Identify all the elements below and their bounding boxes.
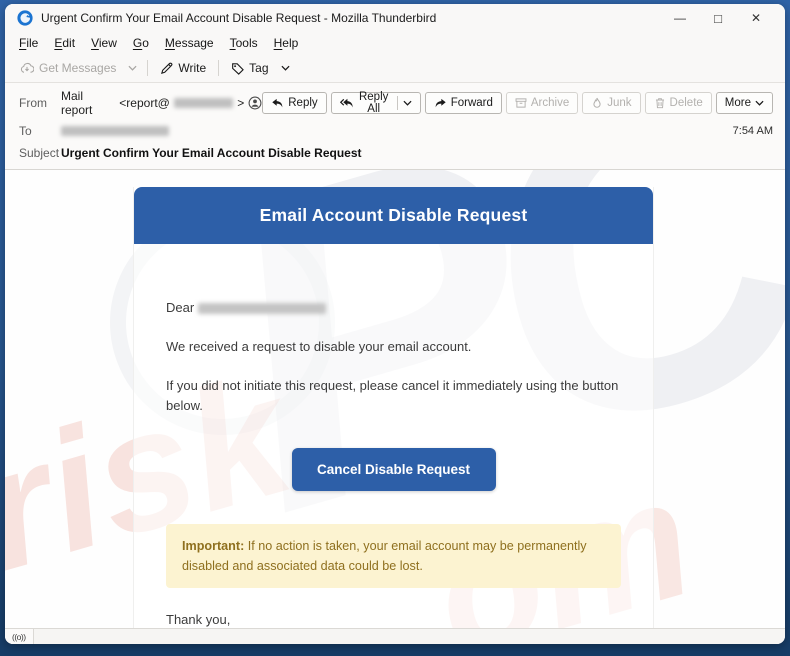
from-value: Mail report <report@ >	[61, 89, 262, 117]
email-banner: Email Account Disable Request	[134, 187, 653, 244]
window-title: Urgent Confirm Your Email Account Disabl…	[41, 11, 437, 25]
email-content: Email Account Disable Request Dear We re…	[133, 187, 654, 628]
archive-icon	[515, 97, 527, 109]
forward-button[interactable]: Forward	[424, 92, 502, 114]
network-status-icon[interactable]: ((o))	[5, 629, 34, 644]
cloud-download-icon	[20, 62, 34, 74]
cancel-disable-request-button[interactable]: Cancel Disable Request	[291, 447, 496, 491]
greeting-line: Dear	[166, 298, 621, 318]
message-body-pane: PC risk om Email Account Disable Request…	[5, 170, 785, 628]
subject-value: Urgent Confirm Your Email Account Disabl…	[61, 146, 362, 160]
important-notice-label: Important:	[182, 538, 245, 553]
contact-avatar-icon[interactable]	[248, 96, 262, 110]
minimize-button[interactable]: —	[661, 5, 699, 31]
junk-flame-icon	[591, 97, 603, 109]
get-messages-button[interactable]: Get Messages	[13, 58, 123, 78]
message-actions: Reply Reply All Forward Archive Junk Del…	[262, 91, 773, 115]
tag-icon	[231, 62, 245, 75]
message-header: From Mail report <report@ > Reply Reply …	[5, 83, 785, 170]
important-notice: Important: If no action is taken, your e…	[166, 523, 621, 588]
tag-button[interactable]: Tag	[224, 58, 275, 78]
email-banner-title: Email Account Disable Request	[259, 205, 528, 225]
desktop-background: Urgent Confirm Your Email Account Disabl…	[0, 0, 790, 656]
thunderbird-window: Urgent Confirm Your Email Account Disabl…	[5, 4, 785, 644]
reply-all-button[interactable]: Reply All	[330, 91, 421, 115]
trash-icon	[654, 97, 666, 109]
menu-message[interactable]: Message	[157, 34, 222, 52]
menu-bar: File Edit View Go Message Tools Help	[5, 32, 785, 54]
redacted-recipient	[61, 126, 169, 136]
delete-button[interactable]: Delete	[644, 92, 712, 114]
archive-button[interactable]: Archive	[505, 92, 579, 114]
get-messages-dropdown[interactable]	[123, 62, 142, 74]
reply-all-icon	[339, 98, 354, 109]
redacted-from-address	[173, 98, 234, 108]
mail-toolbar: Get Messages Write Tag	[5, 54, 785, 83]
pencil-icon	[160, 62, 173, 75]
menu-view[interactable]: View	[83, 34, 125, 52]
close-button[interactable]: ✕	[737, 5, 775, 31]
more-button[interactable]: More	[715, 92, 773, 114]
thunderbird-logo-icon	[17, 10, 33, 26]
window-controls: — □ ✕	[661, 5, 775, 31]
menu-help[interactable]: Help	[266, 34, 307, 52]
write-button[interactable]: Write	[153, 58, 213, 78]
body-paragraph-1: We received a request to disable your em…	[166, 339, 472, 355]
message-time: 7:54 AM	[732, 125, 773, 137]
body-paragraph-2: If you did not initiate this request, pl…	[166, 378, 619, 414]
status-bar: ((o))	[5, 628, 785, 644]
toolbar-separator	[218, 60, 220, 76]
toolbar-separator	[147, 60, 149, 76]
tag-dropdown[interactable]	[276, 62, 295, 74]
from-label: From	[19, 96, 47, 110]
menu-file[interactable]: File	[11, 34, 46, 52]
maximize-button[interactable]: □	[699, 5, 737, 31]
title-bar: Urgent Confirm Your Email Account Disabl…	[5, 4, 785, 32]
junk-button[interactable]: Junk	[582, 92, 641, 114]
redacted-recipient-name	[197, 303, 326, 315]
menu-edit[interactable]: Edit	[46, 34, 83, 52]
to-value	[61, 126, 169, 136]
reply-button[interactable]: Reply	[262, 92, 327, 114]
forward-icon	[434, 98, 447, 109]
menu-tools[interactable]: Tools	[222, 34, 266, 52]
chevron-down-icon	[755, 100, 764, 106]
reply-icon	[271, 98, 284, 109]
to-label: To	[19, 124, 32, 138]
menu-go[interactable]: Go	[125, 34, 157, 52]
reply-all-dropdown[interactable]	[396, 96, 412, 110]
subject-label: Subject	[19, 146, 60, 160]
thanks-line: Thank you,	[166, 611, 231, 627]
